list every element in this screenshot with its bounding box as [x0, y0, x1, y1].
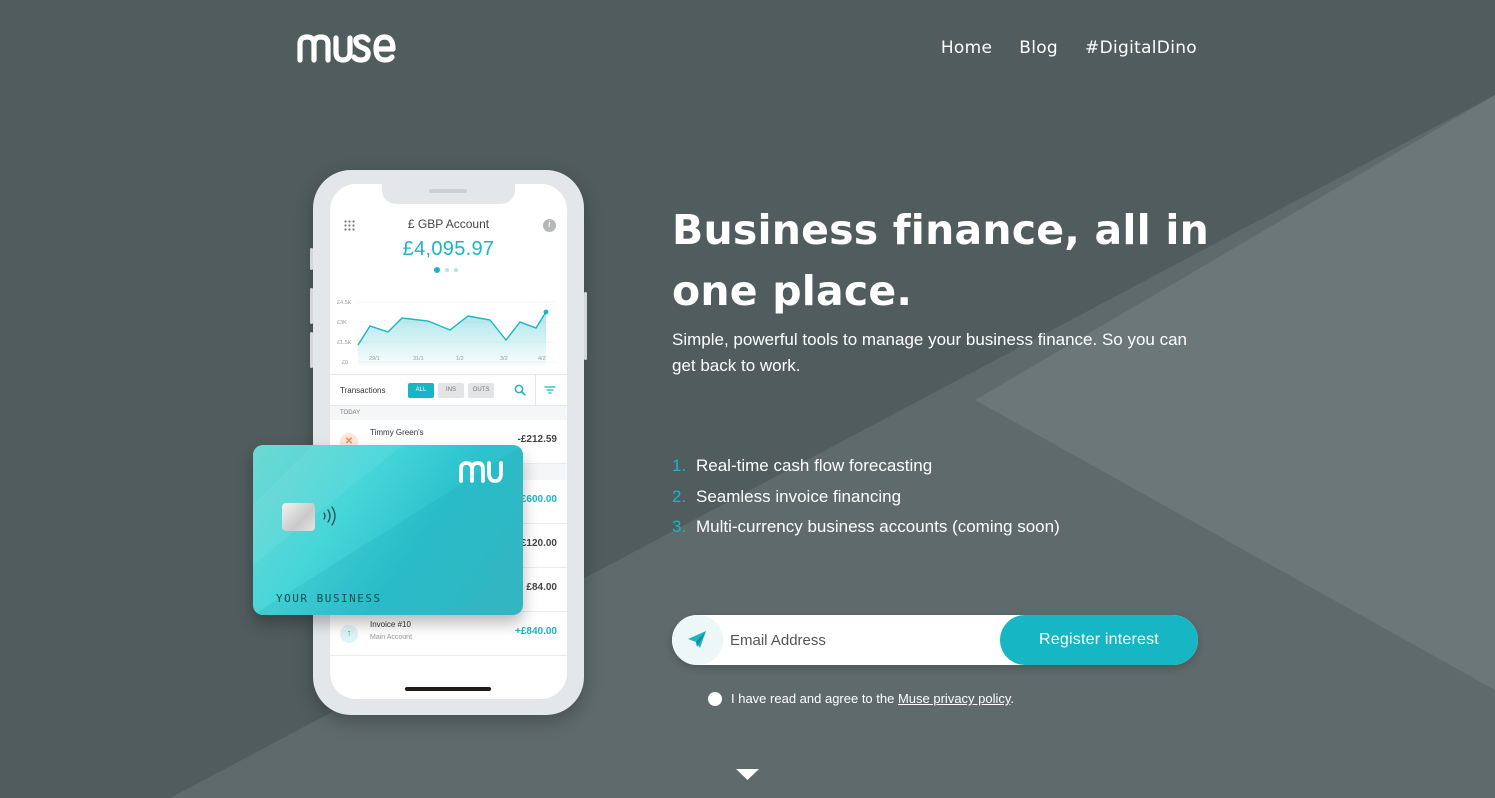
phone-screen: i £ GBP Account £4,095.97 £4.5K £3K £1.5… [330, 184, 567, 699]
phone-power-button [584, 292, 587, 360]
feature-list: 1. Real-time cash flow forecasting 2. Seam… [672, 451, 1060, 543]
consent-checkbox[interactable] [708, 691, 722, 706]
filter-outs-tab[interactable]: OUTS [468, 383, 494, 398]
page-dot-active [434, 267, 440, 273]
contactless-icon [323, 506, 336, 526]
x-tick-label: 29/1 [369, 356, 380, 362]
consent-text: I have read and agree to the Muse privac… [731, 691, 1014, 706]
muse-logo[interactable] [297, 30, 397, 66]
send-icon-wrapper [672, 615, 723, 665]
transaction-row[interactable]: ↑ Invoice #10 Main Account +£840.00 [330, 612, 567, 656]
x-tick-label: 3/2 [500, 356, 508, 362]
section-today: TODAY [330, 406, 567, 420]
register-form: Register interest [672, 615, 1198, 665]
x-axis-labels: 29/1 31/1 1/2 3/2 4/2 [330, 356, 567, 366]
feature-number: 1. [672, 456, 687, 475]
nav-home-link[interactable]: Home [941, 38, 992, 58]
y-tick-label: £3K [337, 320, 347, 326]
toolbar-divider [535, 375, 536, 405]
y-tick-label: £1.5K [337, 340, 352, 346]
phone-volume-up-button [310, 288, 313, 324]
payment-card: YOUR BUSINESS [253, 445, 523, 615]
page-dot [454, 268, 458, 272]
background-shapes [170, 95, 1495, 798]
filter-all-tab[interactable]: ALL [408, 383, 434, 398]
feature-number: 3. [672, 517, 687, 536]
hero-headline: Business finance, all in one place. [672, 206, 1209, 315]
privacy-consent: I have read and agree to the Muse privac… [708, 691, 1014, 706]
transactions-label: Transactions [340, 386, 386, 395]
email-input[interactable] [730, 615, 995, 665]
feature-item: 3. Multi-currency business accounts (comi… [672, 512, 1060, 543]
feature-text: Multi-currency business accounts (coming… [696, 517, 1060, 536]
feature-text: Real-time cash flow forecasting [696, 456, 933, 475]
account-title: £ GBP Account [407, 217, 490, 231]
transaction-amount: +£840.00 [515, 626, 557, 637]
x-tick-label: 4/2 [538, 356, 546, 362]
search-icon[interactable] [513, 383, 527, 397]
phone-mockup: i £ GBP Account £4,095.97 £4.5K £3K £1.5… [310, 170, 587, 715]
chevron-down-icon[interactable] [736, 768, 759, 781]
arrow-up-icon: ↑ [340, 625, 358, 643]
x-tick-label: 1/2 [456, 356, 464, 362]
phone-side-button [310, 248, 313, 270]
feature-item: 2. Seamless invoice financing [672, 482, 1060, 513]
phone-notch [382, 184, 515, 204]
transaction-amount: -£212.59 [517, 434, 557, 445]
page-dot [445, 268, 449, 272]
page-dots [434, 267, 458, 273]
privacy-policy-link[interactable]: Muse privacy policy [898, 691, 1010, 706]
consent-suffix: . [1010, 691, 1015, 706]
nav-digitaldino-link[interactable]: #DigitalDino [1085, 38, 1197, 58]
feature-item: 1. Real-time cash flow forecasting [672, 451, 1060, 482]
y-tick-label: £4.5K [337, 300, 352, 306]
transaction-name: Timmy Green's [370, 428, 424, 437]
card-chip [282, 503, 315, 531]
feature-number: 2. [672, 486, 687, 506]
account-balance: £4,095.97 [402, 238, 495, 260]
transactions-bar: Transactions ALL INS OUTS [330, 374, 567, 406]
nav-blog-link[interactable]: Blog [1019, 38, 1058, 58]
muse-card-logo [459, 461, 503, 483]
feature-text: Seamless invoice financing [696, 486, 902, 506]
paper-plane-icon [688, 631, 706, 648]
card-holder-name: YOUR BUSINESS [276, 592, 382, 605]
transaction-sub: Main Account [370, 634, 413, 641]
x-tick-label: 31/1 [413, 356, 424, 362]
main-nav: Home Blog #DigitalDino [941, 38, 1197, 58]
transaction-amount: £120.00 [520, 538, 557, 549]
filter-icon[interactable] [543, 383, 557, 397]
register-interest-button[interactable]: Register interest [1000, 615, 1198, 665]
hero-subline: Simple, powerful tools to manage your bu… [672, 330, 1188, 375]
phone-volume-down-button [310, 332, 313, 368]
transaction-name: Invoice #10 [370, 620, 411, 629]
transaction-amount: £84.00 [526, 582, 557, 593]
filter-ins-tab[interactable]: INS [438, 383, 464, 398]
home-indicator [405, 687, 491, 691]
consent-prefix: I have read and agree to the [731, 691, 898, 706]
